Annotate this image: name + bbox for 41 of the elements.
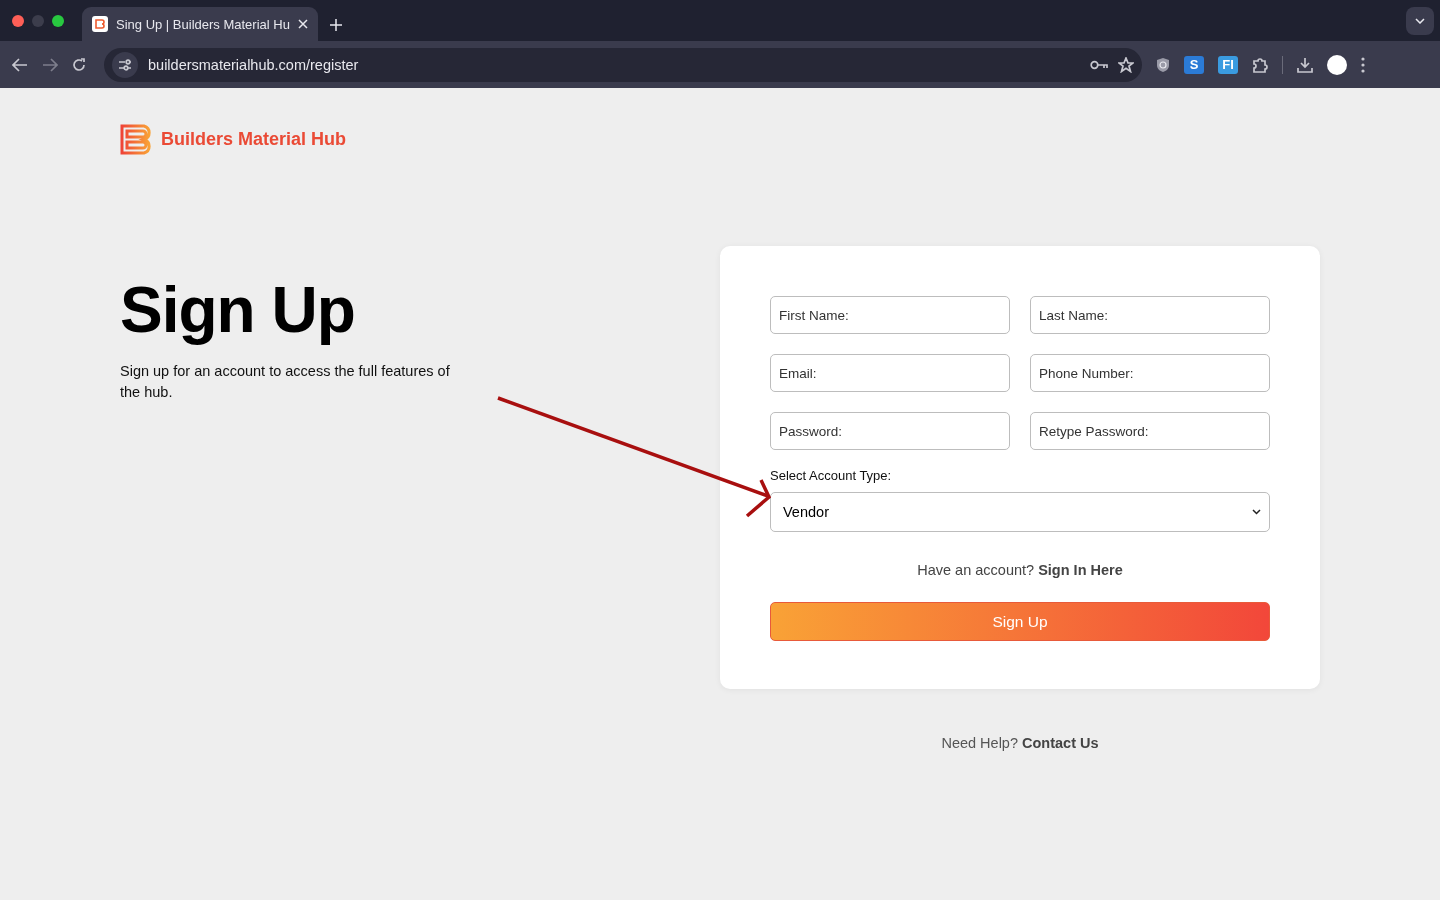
input-field[interactable]: Phone Number:: [1030, 354, 1270, 392]
plus-icon[interactable]: [329, 19, 342, 31]
favicon-icon: [92, 16, 108, 32]
back-arrow-icon[interactable]: [12, 57, 28, 72]
contact-link[interactable]: Contact Us: [1022, 735, 1099, 751]
extension-button[interactable]: S: [1184, 55, 1204, 74]
forward-arrow-icon[interactable]: [42, 57, 58, 72]
url-text: buildersmaterialhub.com/register: [148, 56, 360, 73]
help-prompt: Need Help? Contact Us: [940, 735, 1100, 751]
window-control-icon[interactable]: [12, 14, 24, 27]
input-field[interactable]: Email:: [770, 354, 1010, 392]
address-bar[interactable]: buildersmaterialhub.com/register: [104, 47, 1142, 82]
brand-name: Builders Material Hub: [161, 129, 347, 150]
tab-title: Sing Up | Builders Material Hu: [116, 16, 290, 32]
sliders-icon: [118, 58, 132, 71]
shield-icon[interactable]: [1156, 56, 1170, 73]
browser-tab[interactable]: Sing Up | Builders Material Hu: [82, 7, 318, 41]
input-field[interactable]: First Name:: [770, 296, 1010, 334]
profile-avatar[interactable]: [1327, 54, 1347, 75]
logo-icon: [120, 124, 153, 155]
input-field[interactable]: Last Name:: [1030, 296, 1270, 334]
site-info-button[interactable]: [112, 51, 138, 78]
input-field[interactable]: Password:: [770, 412, 1010, 450]
key-icon[interactable]: [1090, 59, 1108, 70]
sign-in-prompt: Have an account? Sign In Here: [916, 562, 1124, 578]
input-field[interactable]: Retype Password:: [1030, 412, 1270, 450]
star-icon[interactable]: [1118, 56, 1134, 73]
tab-search-button[interactable]: [1406, 6, 1434, 35]
puzzle-icon[interactable]: [1252, 56, 1268, 73]
more-menu-icon[interactable]: [1361, 56, 1365, 73]
chevron-down-icon: [1252, 509, 1261, 515]
reload-icon[interactable]: [72, 57, 86, 72]
field-label: Select Account Type:: [770, 468, 893, 483]
sign-in-link[interactable]: Sign In Here: [1038, 562, 1123, 578]
chevron-down-icon: [1415, 17, 1425, 24]
account-type-dropdown[interactable]: Vendor: [770, 492, 1270, 532]
page-description: Sign up for an account to access the full features of the hub.: [120, 362, 451, 402]
window-control-icon[interactable]: [52, 14, 64, 27]
page-title: Sign Up: [120, 273, 356, 347]
close-icon[interactable]: [297, 19, 308, 29]
download-icon[interactable]: [1297, 56, 1313, 73]
